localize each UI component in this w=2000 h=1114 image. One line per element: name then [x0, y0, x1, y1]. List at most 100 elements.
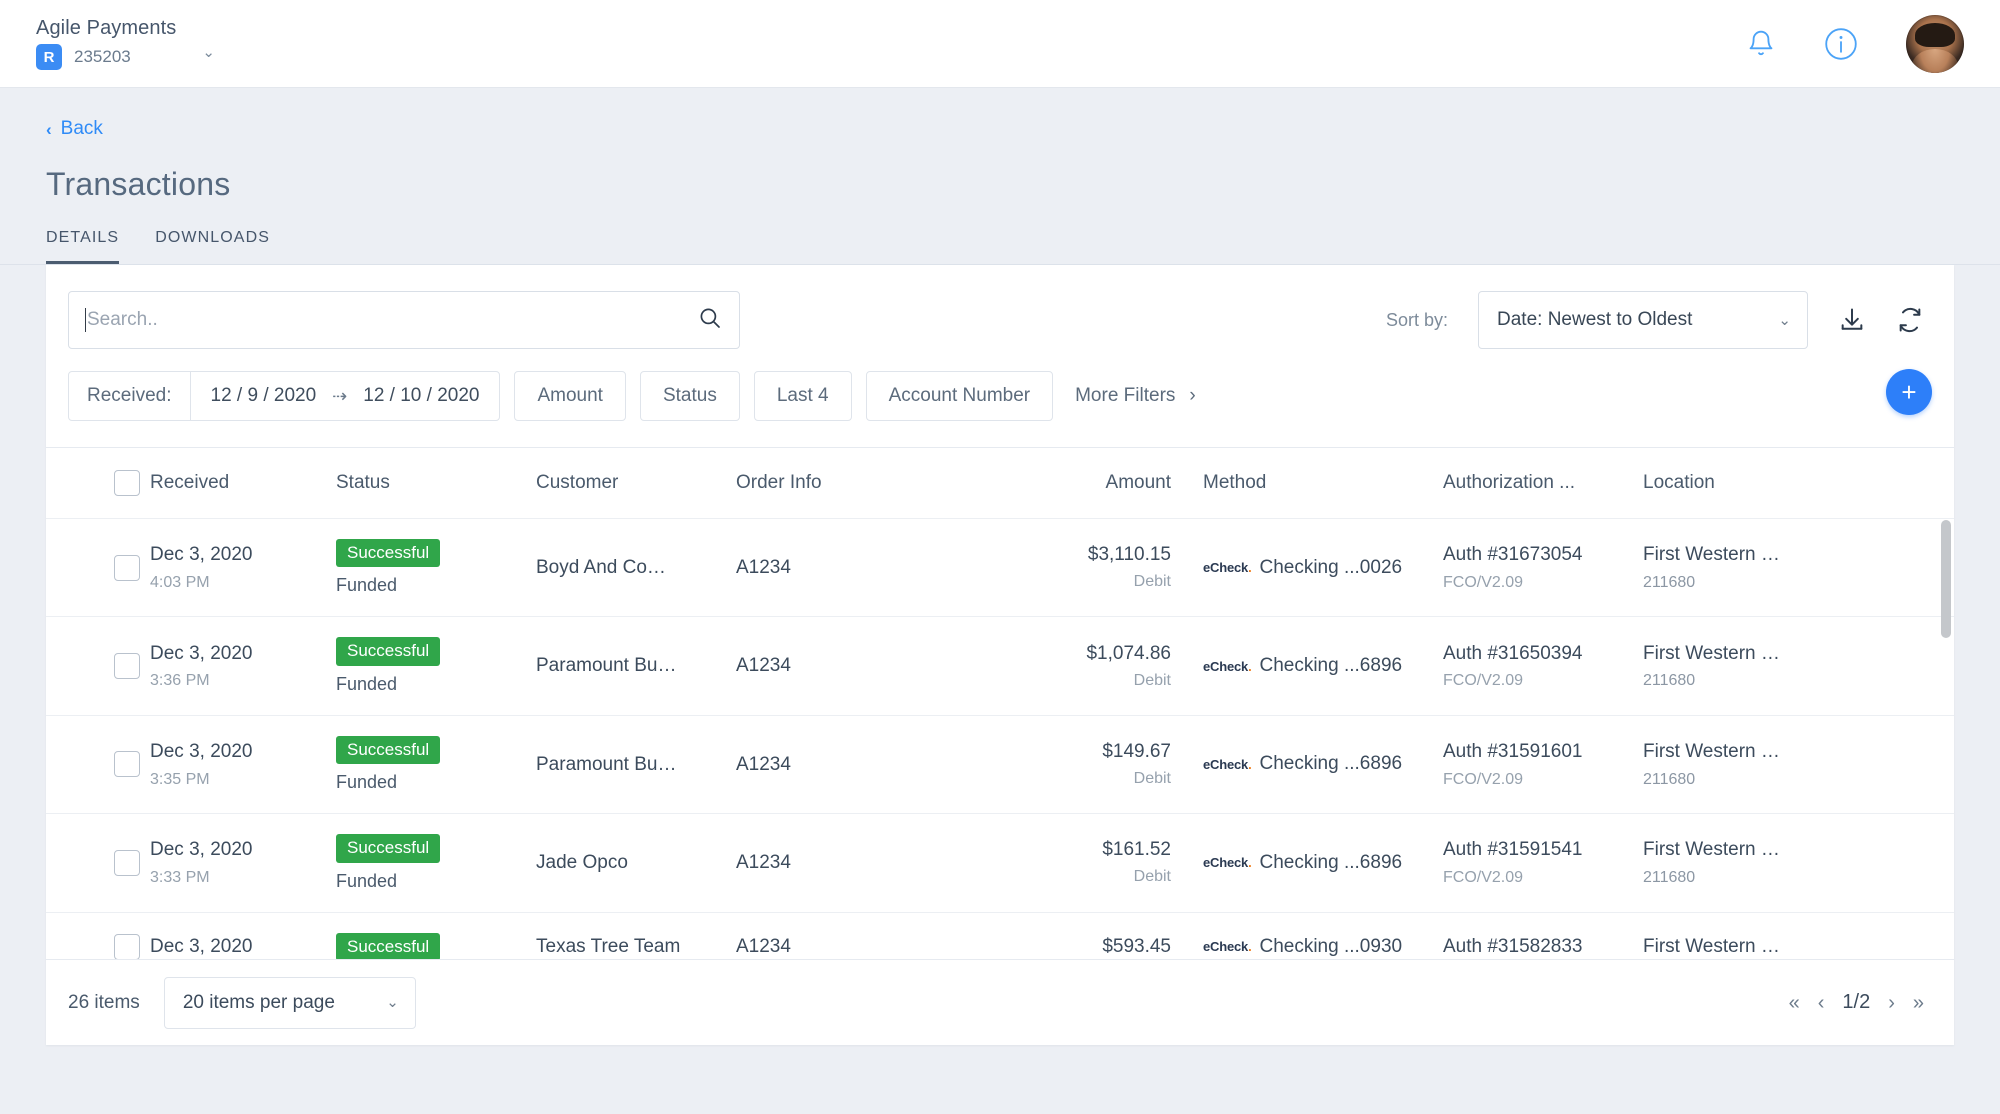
echeck-logo-icon: eCheck.	[1203, 560, 1252, 576]
row-checkbox[interactable]	[114, 849, 140, 876]
table-scrollbar-track[interactable]	[1941, 520, 1951, 981]
first-page-button[interactable]: «	[1789, 993, 1800, 1013]
date-from[interactable]: 12 / 9 / 2020	[211, 385, 317, 407]
amount-type: Debit	[1133, 671, 1171, 689]
amount-value: $161.52	[1102, 839, 1171, 861]
table-row[interactable]: Dec 3, 2020 4:03 PM Successful Funded Boyd A…	[46, 518, 1954, 618]
auth-code: Auth #31591541	[1443, 839, 1583, 861]
table-row[interactable]: Dec 3, 2020 3:36 PM Successful Funded Paramo…	[46, 616, 1954, 716]
received-date: Dec 3, 2020	[150, 935, 253, 957]
col-method[interactable]: Method	[1171, 448, 1443, 519]
amount-type: Debit	[1133, 868, 1171, 886]
tab-details[interactable]: DETAILS	[46, 229, 120, 264]
customer-name: Texas Tree Team	[536, 935, 681, 957]
refresh-icon[interactable]	[1896, 306, 1924, 334]
method-account: Checking ...6896	[1259, 851, 1403, 873]
echeck-logo-icon: eCheck.	[1203, 658, 1252, 674]
col-authorization[interactable]: Authorization ...	[1443, 448, 1643, 519]
cell-location: First Western … 211680	[1643, 518, 1954, 618]
transactions-table-wrap: Received Status Customer Order Info Amou…	[46, 447, 1954, 981]
chevron-down-icon[interactable]: ⌄	[202, 45, 215, 60]
next-page-button[interactable]: ›	[1888, 993, 1895, 1013]
col-status[interactable]: Status	[336, 448, 536, 519]
cell-status: Successful Funded	[336, 616, 536, 716]
filter-received-date[interactable]: Received: 12 / 9 / 2020 ⇢ 12 / 10 / 2020	[68, 371, 501, 421]
table-head: Received Status Customer Order Info Amou…	[46, 448, 1954, 519]
filter-account-number[interactable]: Account Number	[865, 371, 1054, 421]
status-badge: Successful	[336, 539, 441, 568]
search-icon[interactable]	[699, 307, 721, 334]
page-title: Transactions	[46, 166, 231, 202]
row-checkbox[interactable]	[114, 933, 140, 960]
back-link[interactable]: ‹ Back	[46, 118, 103, 140]
status-badge: Successful	[336, 834, 441, 863]
transactions-table: Received Status Customer Order Info Amou…	[46, 448, 1954, 981]
bell-icon[interactable]	[1746, 28, 1776, 60]
cell-method: eCheck. Checking ...6896	[1171, 813, 1443, 913]
status-sub: Funded	[336, 772, 398, 793]
info-icon[interactable]	[1824, 27, 1858, 61]
auth-version: FCO/V2.09	[1443, 770, 1524, 788]
per-page-select[interactable]: 20 items per page ⌄	[163, 976, 416, 1029]
echeck-logo-icon: eCheck.	[1203, 756, 1252, 772]
cell-location: First Western … 211680	[1643, 616, 1954, 716]
last-page-button[interactable]: »	[1913, 993, 1924, 1013]
filter-amount[interactable]: Amount	[514, 371, 626, 421]
cell-location: First Western … 211680	[1643, 715, 1954, 815]
col-received[interactable]: Received	[150, 448, 336, 519]
location-id: 211680	[1643, 574, 1696, 592]
cell-order-info: A1234	[736, 813, 1006, 913]
status-badge: Successful	[336, 735, 441, 765]
date-to[interactable]: 12 / 10 / 2020	[363, 385, 479, 407]
amount-type: Debit	[1133, 573, 1171, 591]
customer-name: Jade Opco	[536, 851, 628, 873]
method-line: eCheck. Checking ...6896	[1203, 852, 1443, 874]
method-account: Checking ...6896	[1259, 753, 1403, 775]
sort-select[interactable]: Date: Newest to Oldest ⌄	[1478, 291, 1808, 349]
auth-code: Auth #31582833	[1443, 935, 1583, 957]
toolbar-right: Sort by: Date: Newest to Oldest ⌄	[1386, 291, 1932, 349]
received-date: Dec 3, 2020	[150, 839, 253, 861]
filter-last4[interactable]: Last 4	[753, 371, 852, 421]
add-transaction-button[interactable]: +	[1886, 369, 1932, 415]
select-all-checkbox[interactable]	[114, 470, 140, 496]
amount-type: Debit	[1133, 769, 1171, 787]
location-name: First Western …	[1643, 839, 1780, 861]
search-input[interactable]: Search..	[68, 291, 740, 349]
col-order-info[interactable]: Order Info	[736, 448, 1006, 519]
cell-customer: Paramount Bu…	[536, 616, 736, 716]
table-toolbar: Search.. Sort by: Date: Newest to Oldest…	[46, 265, 1954, 371]
row-select-cell	[46, 616, 150, 716]
cell-received: Dec 3, 2020 3:35 PM	[150, 715, 336, 815]
more-filters-label: More Filters	[1075, 385, 1176, 406]
cell-received: Dec 3, 2020 3:33 PM	[150, 813, 336, 913]
cell-order-info: A1234	[736, 616, 1006, 716]
row-checkbox[interactable]	[114, 554, 140, 581]
col-amount[interactable]: Amount	[1006, 448, 1171, 519]
table-row[interactable]: Dec 3, 2020 3:33 PM Successful Funded Jade O…	[46, 813, 1954, 913]
avatar[interactable]	[1906, 14, 1964, 73]
table-header-row: Received Status Customer Order Info Amou…	[46, 448, 1954, 519]
table-scrollbar-thumb[interactable]	[1941, 520, 1951, 638]
col-customer[interactable]: Customer	[536, 448, 736, 519]
col-location[interactable]: Location	[1643, 448, 1954, 519]
tab-downloads[interactable]: DOWNLOADS	[155, 229, 270, 264]
row-checkbox[interactable]	[114, 751, 140, 778]
cell-customer: Boyd And Co…	[536, 518, 736, 618]
table-row[interactable]: Dec 3, 2020 3:35 PM Successful Funded Paramo…	[46, 715, 1954, 815]
cell-authorization: Auth #31591541 FCO/V2.09	[1443, 813, 1643, 913]
download-icon[interactable]	[1838, 306, 1866, 334]
per-page-value: 20 items per page	[182, 991, 335, 1013]
prev-page-button[interactable]: ‹	[1818, 993, 1825, 1013]
echeck-logo-icon: eCheck.	[1203, 855, 1252, 871]
top-bar: Agile Payments R 235203 ⌄	[0, 0, 2000, 88]
amount-value: $1,074.86	[1086, 642, 1171, 664]
received-time: 3:36 PM	[150, 672, 210, 690]
location-id: 211680	[1643, 672, 1696, 690]
more-filters-button[interactable]: More Filters ›	[1075, 385, 1196, 407]
row-checkbox[interactable]	[114, 653, 140, 680]
customer-name: Boyd And Co…	[536, 556, 666, 578]
brand-name: Agile Payments	[36, 17, 177, 39]
pagination: « ‹ 1/2 › »	[1789, 991, 1924, 1014]
filter-status[interactable]: Status	[639, 371, 740, 421]
